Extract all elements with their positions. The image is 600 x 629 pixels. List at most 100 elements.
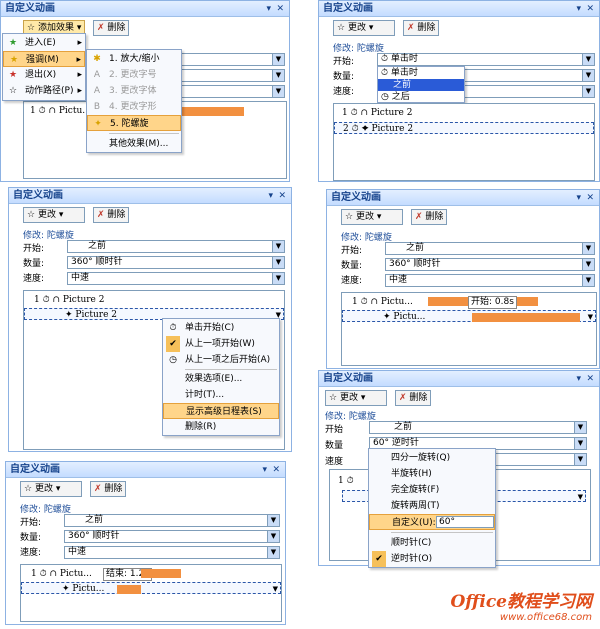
grow-shrink-icon: ✱ (93, 54, 101, 64)
start-select[interactable]: 之前 ▼ (369, 421, 587, 434)
list-item-selected[interactable]: 2 ⏱ ✦ Picture 2 (334, 122, 594, 134)
chevron-down-icon[interactable]: ▼ (588, 311, 593, 323)
submenu-item-grow-shrink[interactable]: ✱ 1. 放大/缩小 (87, 51, 181, 67)
pane-title: 自定义动画 ▾ ✕ (319, 1, 599, 17)
close-icon[interactable]: ✕ (276, 1, 284, 17)
dropdown-arrow-icon[interactable]: ▾ (268, 188, 273, 204)
menu-label: 退出(X) (25, 70, 57, 80)
menu-item-emphasis[interactable]: ★ 强调(M) ▸ (3, 51, 85, 67)
pane-title-text: 自定义动画 (5, 3, 55, 14)
chevron-down-icon[interactable]: ▼ (578, 491, 583, 503)
quantity-select[interactable]: 360° 顺时针 ▼ (67, 256, 285, 269)
submenu-item-spin[interactable]: ✦ 5. 陀螺旋 (87, 115, 181, 131)
menu-item-motion-path[interactable]: ☆ 动作路径(P) ▸ (3, 83, 85, 99)
list-item-selected[interactable]: ✦ Pictu... ▼ (21, 582, 281, 594)
delete-button[interactable]: ✗ 删除 (411, 209, 448, 225)
menu-timing[interactable]: 计时(T)... (163, 387, 279, 403)
chevron-down-icon: ▼ (582, 259, 594, 270)
start-select[interactable]: 之前 ▼ (64, 514, 280, 527)
menu-custom[interactable]: 自定义(U): 60° (369, 514, 495, 530)
close-icon[interactable]: ✕ (272, 462, 280, 478)
pane-title: 自定义动画 ▾ ✕ (327, 190, 599, 206)
close-icon[interactable]: ✕ (586, 1, 594, 17)
submenu-item-change-font: A 3. 更改字体 (87, 83, 181, 99)
timing-bar (117, 585, 141, 594)
start-value: 单击时 (390, 54, 418, 64)
start-select[interactable]: 之前 ▼ (67, 240, 285, 253)
list-item-label: 2 ⏱ ✦ Picture 2 (343, 124, 414, 134)
option-after-previous[interactable]: ◷ 之后 (378, 91, 464, 103)
menu-counterclockwise[interactable]: ✔ 逆时针(O) (369, 551, 495, 567)
list-item[interactable]: 1 ⏱ ∩ Picture 2 (24, 294, 284, 306)
change-button[interactable]: ☆ 更改 ▾ (23, 207, 85, 223)
start-select[interactable]: 之前 ▼ (385, 242, 595, 255)
delete-button[interactable]: ✗ 删除 (403, 20, 440, 36)
dropdown-arrow-icon[interactable]: ▾ (576, 190, 581, 206)
menu-full-spin[interactable]: 完全旋转(F) (369, 482, 495, 498)
menu-label: 从上一项之后开始(A) (185, 355, 271, 365)
delete-icon: ✗ (415, 212, 423, 222)
change-label: 更改 (37, 210, 56, 220)
spin-icon: ✦ (94, 119, 102, 129)
menu-start-on-click[interactable]: ⏱ 单击开始(C) (163, 320, 279, 336)
close-icon[interactable]: ✕ (278, 188, 286, 204)
custom-degree-input[interactable]: 60° (436, 516, 494, 528)
animation-list[interactable]: 1 ⏱ ∩ Picture 2 2 ⏱ ✦ Picture 2 (333, 103, 595, 181)
delete-icon: ✗ (399, 393, 407, 403)
menu-effect-options[interactable]: 效果选项(E)... (163, 371, 279, 387)
start-value: 之前 (88, 241, 107, 251)
menu-half-spin[interactable]: 半旋转(H) (369, 466, 495, 482)
dropdown-arrow-icon[interactable]: ▾ (262, 462, 267, 478)
change-button[interactable]: ☆ 更改 ▾ (325, 390, 387, 406)
delete-button[interactable]: ✗ 删除 (90, 481, 127, 497)
delete-button[interactable]: ✗ 删除 (395, 390, 432, 406)
menu-label: 计时(T)... (185, 390, 225, 400)
menu-quarter-spin[interactable]: 四分一旋转(Q) (369, 450, 495, 466)
dropdown-arrow-icon[interactable]: ▾ (576, 1, 581, 17)
menu-label: 完全旋转(F) (391, 485, 440, 495)
animation-list[interactable]: 1 ⏱ ∩ Pictu... 开始: 0.8s ✦ Pictu... ▼ (341, 292, 597, 366)
list-item-label: 1 ⏱ (338, 476, 354, 486)
speed-select[interactable]: 中速 ▼ (67, 272, 285, 285)
chevron-down-icon: ▼ (574, 454, 586, 465)
change-button[interactable]: ☆ 更改 ▾ (20, 481, 82, 497)
change-button[interactable]: ☆ 更改 ▾ (333, 20, 395, 36)
chevron-down-icon[interactable]: ▼ (273, 583, 278, 595)
close-icon[interactable]: ✕ (586, 371, 594, 387)
submenu-item-more-effects[interactable]: 其他效果(M)... (87, 136, 181, 152)
list-item[interactable]: 1 ⏱ ∩ Picture 2 (334, 107, 594, 119)
option-with-previous[interactable]: 之前 (378, 79, 464, 91)
dropdown-arrow-icon[interactable]: ▾ (266, 1, 271, 17)
speed-value: 中速 (68, 547, 87, 557)
menu-item-entrance[interactable]: ★ 进入(E) ▸ (3, 35, 85, 51)
dropdown-arrow-icon[interactable]: ▾ (576, 371, 581, 387)
menu-remove[interactable]: 删除(R) (163, 419, 279, 435)
menu-start-after-previous[interactable]: ◷ 从上一项之后开始(A) (163, 352, 279, 368)
delete-button[interactable]: ✗ 删除 (93, 207, 130, 223)
clock-icon: ◷ (381, 92, 392, 102)
menu-item-exit[interactable]: ★ 退出(X) ▸ (3, 67, 85, 83)
menu-start-with-previous[interactable]: ✔ 从上一项开始(W) (163, 336, 279, 352)
option-on-click[interactable]: ⏱ 单击时 (378, 67, 464, 79)
timing-bar (472, 313, 580, 322)
start-label: 开始: (20, 518, 42, 528)
timing-bar (141, 569, 181, 578)
star-icon: ☆ (337, 23, 346, 33)
menu-clockwise[interactable]: 顺时针(C) (369, 535, 495, 551)
speed-label: 速度: (341, 276, 363, 286)
start-select[interactable]: ⏱ 单击时 ▼ (377, 53, 595, 66)
animation-list[interactable]: 1 ⏱ ∩ Pictu... 结束: 1.2s ✦ Pictu... ▼ (20, 564, 282, 622)
clock-after-icon: ◷ (169, 355, 177, 365)
change-button[interactable]: ☆ 更改 ▾ (341, 209, 403, 225)
close-icon[interactable]: ✕ (586, 190, 594, 206)
menu-show-advanced-timeline[interactable]: 显示高级日程表(S) (163, 403, 279, 419)
speed-select[interactable]: 中速 ▼ (64, 546, 280, 559)
speed-select[interactable]: 中速 ▼ (385, 274, 595, 287)
pane-title-text: 自定义动画 (331, 192, 381, 203)
quantity-select[interactable]: 360° 顺时针 ▼ (385, 258, 595, 271)
speed-label: 速度 (325, 457, 344, 467)
menu-two-spins[interactable]: 旋转两周(T) (369, 498, 495, 514)
delete-button[interactable]: ✗ 删除 (93, 20, 130, 36)
menu-label: 顺时针(C) (391, 538, 432, 548)
quantity-select[interactable]: 360° 顺时针 ▼ (64, 530, 280, 543)
